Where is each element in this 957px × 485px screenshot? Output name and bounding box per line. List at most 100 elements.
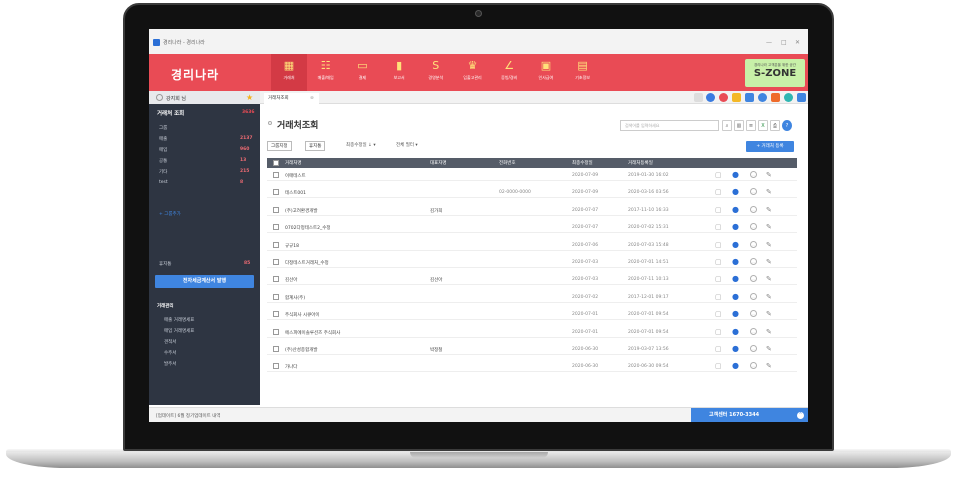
document-icon[interactable]: ▢ — [715, 171, 722, 179]
group-assign-button[interactable]: 그룹지정 — [267, 141, 292, 151]
table-row[interactable]: 이매테스트 2020-07-09 2019-01-30 16:02 ▢ ● ··· ✎ — [267, 170, 797, 181]
more-icon[interactable]: ··· — [750, 310, 757, 318]
edit-icon[interactable]: ✎ — [766, 223, 772, 231]
location-pin-icon[interactable]: ● — [732, 205, 739, 214]
more-icon[interactable]: ··· — [750, 188, 757, 196]
table-row[interactable]: 합계사(주) 2020-07-02 2017-12-01 09:17 ▢ ● ··· ✎ — [267, 292, 797, 303]
edit-icon[interactable]: ✎ — [766, 241, 772, 249]
document-icon[interactable]: ▢ — [715, 223, 722, 231]
more-icon[interactable]: ··· — [750, 223, 757, 231]
document-icon[interactable]: ▢ — [715, 188, 722, 196]
document-icon[interactable]: ▢ — [715, 362, 722, 370]
location-pin-icon[interactable]: ● — [732, 187, 739, 196]
document-icon[interactable]: ▢ — [715, 275, 722, 283]
col-ceo[interactable]: 대표자명 — [430, 160, 447, 166]
col-tel[interactable]: 전화번호 — [499, 160, 516, 166]
edit-icon[interactable]: ✎ — [766, 328, 772, 336]
table-row[interactable]: 김선아 김선아 2020-07-03 2020-07-11 10:13 ▢ ● ··· ✎ — [267, 274, 797, 286]
document-icon[interactable]: ▢ — [715, 345, 722, 353]
cell-name[interactable]: (주)산성종합개발 — [285, 347, 318, 353]
row-checkbox[interactable] — [273, 328, 279, 335]
row-checkbox[interactable] — [273, 172, 279, 178]
location-pin-icon[interactable]: ● — [732, 344, 739, 353]
update-notice[interactable]: [업데이트] 6월 정기업데이트 내역 — [156, 413, 221, 419]
cell-name[interactable]: 가나다 — [285, 364, 297, 370]
location-pin-icon[interactable]: ● — [732, 309, 739, 318]
cell-name[interactable]: 에스피에이솔루션즈 주식회사 — [285, 330, 340, 336]
edit-icon[interactable]: ✎ — [766, 206, 772, 214]
location-pin-icon[interactable]: ● — [732, 170, 739, 179]
table-row[interactable]: 에스피에이솔루션즈 주식회사 2020-07-01 2020-07-01 09:54… — [267, 327, 797, 338]
more-icon[interactable]: ··· — [750, 292, 757, 300]
location-pin-icon[interactable]: ● — [732, 257, 739, 266]
cell-name[interactable]: 규규18 — [285, 243, 299, 249]
table-row[interactable]: 규규18 2020-07-06 2020-07-03 15:48 ▢ ● ··· ✎ — [267, 240, 797, 251]
document-icon[interactable]: ▢ — [715, 241, 722, 249]
list-view-icon[interactable]: ≡ — [746, 120, 756, 131]
edit-icon[interactable]: ✎ — [766, 310, 772, 318]
edit-icon[interactable]: ✎ — [766, 171, 772, 179]
col-modified[interactable]: 최종수정일 — [572, 160, 593, 166]
row-checkbox[interactable] — [273, 259, 279, 265]
search-input[interactable]: 검색어를 입력하세요 — [620, 120, 719, 131]
more-icon[interactable]: ··· — [750, 362, 757, 370]
filter-dropdown[interactable]: 전체 필터 ▾ — [396, 142, 418, 148]
row-checkbox[interactable] — [273, 346, 279, 352]
cell-name[interactable]: 김선아 — [285, 277, 297, 283]
row-checkbox[interactable] — [273, 363, 279, 370]
table-row[interactable]: 0702다정테스트2_수정 2020-07-07 2020-07-02 15:31 ▢… — [267, 222, 797, 234]
edit-icon[interactable]: ✎ — [766, 362, 772, 370]
cell-name[interactable]: 0702다정테스트2_수정 — [285, 225, 331, 231]
location-pin-icon[interactable]: ● — [732, 361, 739, 370]
more-icon[interactable]: ··· — [750, 327, 757, 335]
row-checkbox[interactable] — [273, 189, 279, 196]
add-partner-button[interactable]: + 거래처 등록 — [746, 141, 794, 152]
cell-name[interactable]: 다정테스트거래처_수정 — [285, 260, 329, 266]
table-row[interactable]: 테스트001 02-0000-0000 2020-07-09 2020-03-16 0… — [267, 187, 797, 199]
arrow-up-icon[interactable]: ⌃ — [797, 412, 804, 419]
more-icon[interactable]: ··· — [750, 171, 757, 178]
row-checkbox[interactable] — [273, 241, 279, 248]
col-name[interactable]: 거래처명 — [285, 160, 302, 166]
cell-name[interactable]: 테스트001 — [285, 190, 306, 196]
edit-icon[interactable]: ✎ — [766, 258, 772, 266]
location-pin-icon[interactable]: ● — [732, 222, 739, 231]
edit-icon[interactable]: ✎ — [766, 293, 772, 301]
customer-center-button[interactable]: 고객센터 1670-3344 ⌃ — [691, 408, 808, 422]
col-registered[interactable]: 거래처등록일 — [628, 160, 653, 166]
document-icon[interactable]: ▢ — [715, 310, 722, 318]
trash-button[interactable]: 휴지통 — [305, 141, 326, 151]
sort-dropdown[interactable]: 최종수정일 ↓ ▾ — [346, 142, 376, 148]
edit-icon[interactable]: ✎ — [766, 188, 772, 196]
more-icon[interactable]: ··· — [750, 205, 757, 213]
edit-icon[interactable]: ✎ — [766, 345, 772, 353]
print-icon[interactable]: ⎙ — [770, 120, 780, 131]
select-all-checkbox[interactable] — [273, 160, 279, 166]
document-icon[interactable]: ▢ — [715, 328, 722, 336]
table-row[interactable]: (주)고려환경개발 김가희 2020-07-07 2017-11-10 16:33 ▢ ●… — [267, 205, 797, 216]
location-pin-icon[interactable]: ● — [732, 292, 739, 301]
more-icon[interactable]: ··· — [750, 275, 757, 283]
location-pin-icon[interactable]: ● — [732, 327, 739, 336]
location-pin-icon[interactable]: ● — [732, 274, 739, 283]
cell-name[interactable]: 이매테스트 — [285, 173, 306, 179]
more-icon[interactable]: ··· — [750, 258, 757, 265]
chart-view-icon[interactable]: ▥ — [734, 120, 744, 131]
table-row[interactable]: 주식회사 시큐아이 2020-07-01 2020-07-01 09:54 ▢ ● ···… — [267, 309, 797, 321]
row-checkbox[interactable] — [273, 224, 279, 231]
search-icon[interactable]: ⌕ — [722, 120, 732, 131]
cell-name[interactable]: 주식회사 시큐아이 — [285, 312, 320, 318]
document-icon[interactable]: ▢ — [715, 206, 722, 214]
table-row[interactable]: 가나다 2020-06-30 2020-06-30 09:54 ▢ ● ··· ✎ — [267, 361, 797, 373]
row-checkbox[interactable] — [273, 276, 279, 283]
location-pin-icon[interactable]: ● — [732, 240, 739, 249]
document-icon[interactable]: ▢ — [715, 258, 722, 266]
edit-icon[interactable]: ✎ — [766, 275, 772, 283]
table-row[interactable]: (주)산성종합개발 박정철 2020-06-30 2019-03-07 13:56 ▢ ●… — [267, 344, 797, 355]
table-row[interactable]: 다정테스트거래처_수정 2020-07-03 2020-07-01 14:51 ▢ ● ·… — [267, 257, 797, 268]
info-icon[interactable]: ? — [782, 120, 792, 131]
row-checkbox[interactable] — [273, 293, 279, 300]
cell-name[interactable]: (주)고려환경개발 — [285, 208, 318, 214]
row-checkbox[interactable] — [273, 206, 279, 213]
excel-icon[interactable]: X — [758, 120, 768, 131]
